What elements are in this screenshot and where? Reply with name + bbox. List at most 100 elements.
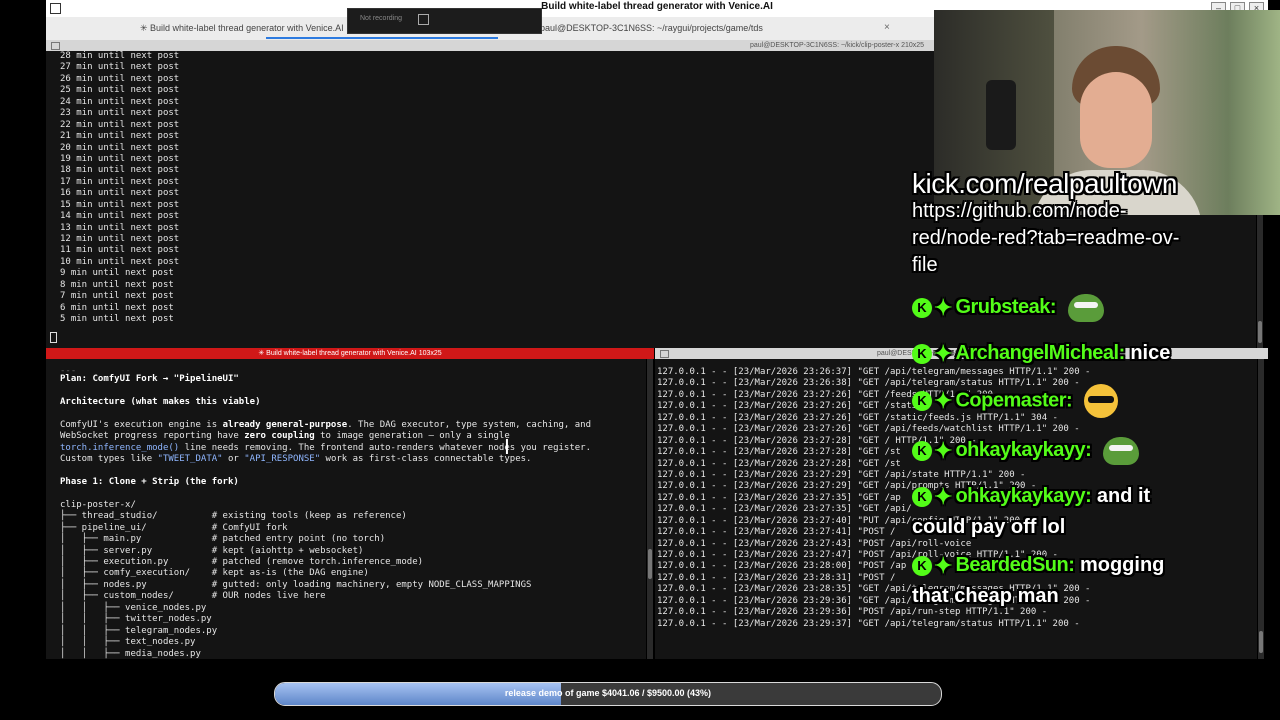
cursor: [50, 332, 57, 343]
architecture-heading: Architecture (what makes this viable): [60, 396, 261, 407]
stream-url: kick.com/realpaultown: [912, 168, 1177, 199]
kick-badge-icon: K: [912, 486, 932, 507]
tree-line: │ │ ├── telegram_nodes.py: [60, 625, 218, 636]
countdown-line: 11 min until next post: [60, 245, 180, 256]
countdown-line: 5 min until next post: [60, 314, 174, 325]
mouse-cursor-icon: I: [504, 435, 510, 459]
tree-line: ├── thread_studio/ # existing tools (kee…: [60, 511, 407, 522]
chat-message: K ✦ Copemaster:: [912, 384, 1172, 418]
countdown-line: 21 min until next post: [60, 131, 180, 142]
countdown-line: 13 min until next post: [60, 222, 180, 233]
top-terminal-output: 28 min until next post 27 min until next …: [60, 51, 179, 326]
tree-line: clip-poster-x/: [60, 499, 136, 510]
countdown-line: 19 min until next post: [60, 153, 180, 164]
donation-goal-bar: release demo of game $4041.06 / $9500.00…: [274, 682, 942, 706]
kick-badge-icon: K: [912, 343, 932, 364]
chat-message: K ✦ Grubsteak:: [912, 292, 1172, 323]
countdown-line: 26 min until next post: [60, 73, 180, 84]
tab-active-indicator: [266, 37, 498, 39]
countdown-line: 12 min until next post: [60, 234, 180, 244]
frog-emote-icon: [1067, 293, 1104, 322]
terminal-icon: [51, 42, 60, 50]
fullscreen-icon[interactable]: [418, 14, 429, 25]
sub-badge-icon: ✦: [934, 552, 953, 578]
countdown-line: 16 min until next post: [60, 188, 180, 199]
tree-line: │ │ ├── twitter_nodes.py: [60, 614, 212, 625]
paragraph-line: ComfyUI's execution engine is already ge…: [60, 419, 592, 430]
countdown-line: 17 min until next post: [60, 176, 180, 187]
right-scrollbar[interactable]: [1258, 359, 1264, 659]
tree-line: │ ├── execution.py # patched (remove tor…: [60, 557, 424, 567]
countdown-line: 18 min until next post: [60, 165, 180, 176]
left-scrollbar-thumb[interactable]: [648, 549, 652, 579]
kick-badge-icon: K: [912, 297, 932, 318]
chat-message: K ✦ BeardedSun: mogging that cheap man: [912, 550, 1172, 611]
phase-heading: Phase 1: Clone + Strip (the fork): [60, 476, 239, 487]
paragraph-line: WebSocket progress reporting have zero c…: [60, 431, 510, 442]
left-terminal-output: --- Plan: ComfyUI Fork → "PipelineUI" Ar…: [60, 368, 646, 659]
right-scrollbar-thumb[interactable]: [1259, 631, 1263, 653]
kick-badge-icon: K: [912, 555, 932, 576]
left-pane-title: ✳ Build white-label thread generator wit…: [258, 350, 442, 357]
paragraph-line: Custom types like "TWEET_DATA" or "API_R…: [60, 454, 532, 465]
sub-badge-icon: ✦: [934, 437, 953, 463]
tab-raygui[interactable]: paul@DESKTOP-3C1N6SS: ~/raygui/projects/…: [540, 17, 780, 40]
sub-badge-icon: ✦: [934, 340, 953, 366]
countdown-line: 10 min until next post: [60, 256, 180, 267]
recording-status: Not recording: [360, 15, 403, 22]
chat-username: Copemaster:: [955, 389, 1073, 412]
terminal-icon: [660, 350, 669, 358]
countdown-line: 25 min until next post: [60, 85, 180, 96]
log-line: 127.0.0.1 - - [23/Mar/2026 23:29:37] "GE…: [657, 618, 1080, 629]
left-pane-header[interactable]: ✳ Build white-label thread generator wit…: [46, 348, 654, 359]
countdown-line: 22 min until next post: [60, 119, 180, 130]
countdown-line: 8 min until next post: [60, 279, 174, 290]
tree-line: │ │ ├── text_nodes.py: [60, 637, 196, 648]
chat-username: Grubsteak:: [955, 296, 1057, 318]
chat-message: K ✦ ohkaykaykayy: and it could pay off lol: [912, 481, 1172, 542]
countdown-line: 23 min until next post: [60, 108, 180, 119]
frog-emote-icon: [1102, 436, 1139, 465]
sunglasses-emote-icon: [1083, 384, 1118, 418]
top-pane-title: paul@DESKTOP-3C1N6SS: ~/kick/clip-poster…: [749, 42, 925, 49]
countdown-line: 14 min until next post: [60, 211, 180, 222]
chat-text: nice: [1130, 342, 1171, 364]
top-scrollbar-thumb[interactable]: [1258, 321, 1262, 343]
log-line: 127.0.0.1 - - [23/Mar/2026 23:27:26] "GE…: [657, 424, 1080, 435]
tree-line: │ ├── custom_nodes/ # OUR nodes live her…: [60, 591, 326, 602]
countdown-line: 24 min until next post: [60, 96, 180, 107]
sub-badge-icon: ✦: [934, 294, 953, 320]
close-tab-icon[interactable]: ×: [884, 22, 890, 33]
chat-message: K ✦ ArchangelMicheal: nice: [912, 338, 1172, 369]
tree-line: ├── pipeline_ui/ # ComfyUI fork: [60, 522, 288, 533]
recording-widget: Not recording: [347, 8, 542, 34]
tree-line: │ │ ├── media_nodes.py: [60, 648, 201, 659]
tree-line: │ ├── nodes.py # gutted: only loading ma…: [60, 579, 532, 590]
chat-link-message: https://github.com/node-red/node-red?tab…: [912, 200, 1180, 276]
chat-username: BeardedSun:: [955, 554, 1075, 576]
goal-label: release demo of game $4041.06 / $9500.00…: [504, 688, 712, 698]
left-terminal[interactable]: --- Plan: ComfyUI Fork → "PipelineUI" Ar…: [46, 359, 646, 659]
countdown-line: 6 min until next post: [60, 302, 174, 313]
chat-message: K ✦ ohkaykaykayy:: [912, 435, 1172, 466]
paragraph-line: torch.inference_mode() line needs removi…: [60, 442, 592, 453]
tree-line: │ ├── comfy_execution/ # kept as-is (the…: [60, 568, 369, 579]
countdown-line: 9 min until next post: [60, 268, 174, 279]
countdown-line: 15 min until next post: [60, 199, 180, 210]
countdown-line: 28 min until next post: [60, 51, 180, 61]
microphone: [986, 80, 1016, 150]
log-line: 127.0.0.1 - - [23/Mar/2026 23:27:29] "GE…: [657, 469, 1026, 480]
countdown-line: 27 min until next post: [60, 62, 180, 73]
streamer-face: [1080, 72, 1152, 168]
left-scrollbar[interactable]: [647, 359, 653, 659]
sub-badge-icon: ✦: [934, 483, 953, 509]
tree-line: │ ├── main.py # patched entry point (no …: [60, 534, 386, 545]
chat-username: ohkaykaykayy:: [955, 485, 1092, 507]
chat-username: ohkaykaykayy:: [955, 439, 1092, 461]
kick-badge-icon: K: [912, 440, 932, 461]
kick-badge-icon: K: [912, 391, 932, 411]
countdown-line: 7 min until next post: [60, 291, 174, 302]
tree-line: │ ├── server.py # kept (aiohttp + websoc…: [60, 545, 364, 556]
file-tree: clip-poster-x/├── thread_studio/ # exist…: [60, 500, 646, 659]
countdown-line: 20 min until next post: [60, 142, 180, 153]
